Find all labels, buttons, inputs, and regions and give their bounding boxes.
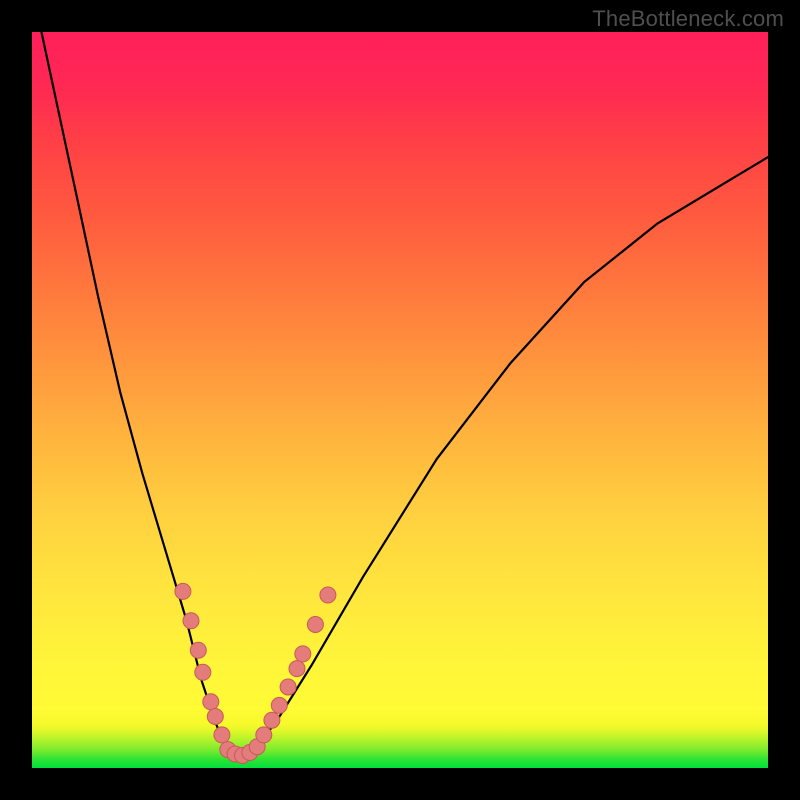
- data-bead: [320, 587, 336, 603]
- bottleneck-curve: [32, 0, 768, 757]
- data-bead: [175, 583, 191, 599]
- data-bead: [271, 697, 287, 713]
- curve-svg: [32, 32, 768, 768]
- data-bead: [307, 617, 323, 633]
- data-bead: [295, 646, 311, 662]
- data-bead: [203, 694, 219, 710]
- data-bead: [256, 727, 272, 743]
- data-bead: [214, 727, 230, 743]
- data-bead: [280, 679, 296, 695]
- data-bead: [264, 712, 280, 728]
- data-bead: [183, 613, 199, 629]
- chart-frame: TheBottleneck.com: [0, 0, 800, 800]
- data-beads: [175, 583, 336, 763]
- data-bead: [190, 642, 206, 658]
- data-bead: [289, 661, 305, 677]
- data-bead: [207, 709, 223, 725]
- plot-area: [32, 32, 768, 768]
- watermark-text: TheBottleneck.com: [592, 6, 784, 32]
- data-bead: [195, 664, 211, 680]
